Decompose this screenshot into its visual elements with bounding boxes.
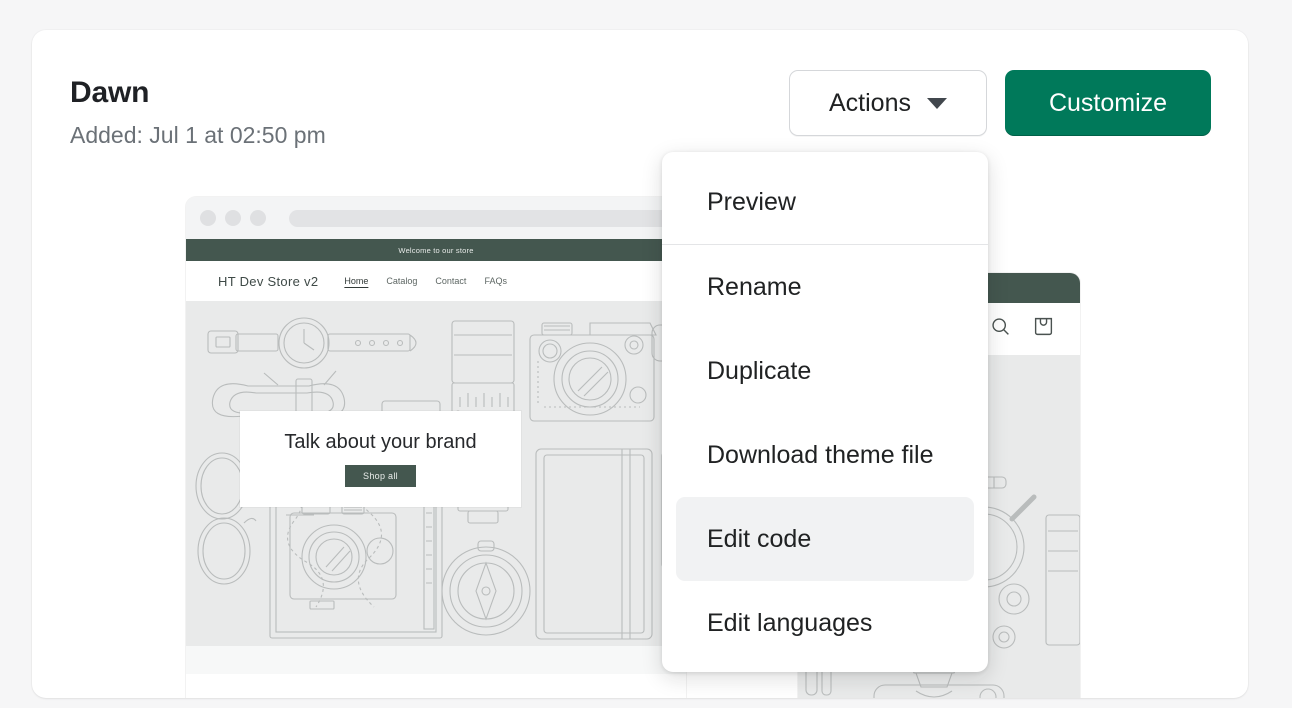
search-icon[interactable] — [990, 316, 1011, 342]
menu-item-rename[interactable]: Rename — [676, 245, 974, 329]
store-nav-link-catalog[interactable]: Catalog — [386, 276, 417, 286]
hero-brand-title: Talk about your brand — [284, 431, 477, 453]
menu-item-edit-code[interactable]: Edit code — [676, 497, 974, 581]
menu-item-duplicate[interactable]: Duplicate — [676, 329, 974, 413]
shop-all-button[interactable]: Shop all — [345, 465, 416, 487]
window-dot-icon — [200, 210, 216, 226]
theme-card: Dawn Added: Jul 1 at 02:50 pm Actions Cu… — [32, 30, 1248, 698]
window-dot-icon — [250, 210, 266, 226]
announcement-text: Welcome to our store — [398, 245, 474, 255]
hero-brand-card: Talk about your brand Shop all — [240, 411, 521, 507]
customize-button[interactable]: Customize — [1005, 70, 1211, 136]
store-nav-link-faqs[interactable]: FAQs — [484, 276, 507, 286]
browser-chrome — [186, 197, 686, 239]
menu-item-download-theme-file[interactable]: Download theme file — [676, 413, 974, 497]
page-title: Dawn — [70, 76, 150, 109]
store-nav-link-contact[interactable]: Contact — [435, 276, 466, 286]
announcement-bar: Welcome to our store — [186, 239, 686, 261]
actions-dropdown-menu[interactable]: Preview Rename Duplicate Download theme fil… — [662, 152, 988, 672]
shop-all-label: Shop all — [363, 471, 398, 481]
chevron-down-icon — [926, 97, 947, 109]
preview-below-fold — [186, 674, 686, 698]
shopping-bag-icon[interactable] — [1033, 315, 1054, 343]
actions-button-label: Actions — [829, 88, 911, 117]
customize-button-label: Customize — [1048, 88, 1168, 117]
store-nav-link-home[interactable]: Home — [344, 276, 368, 286]
menu-item-preview[interactable]: Preview — [676, 160, 974, 244]
menu-item-edit-languages[interactable]: Edit languages — [676, 581, 974, 665]
store-nav-links: Home Catalog Contact FAQs — [344, 276, 507, 286]
store-logo: HT Dev Store v2 — [218, 273, 319, 289]
actions-button[interactable]: Actions — [789, 70, 987, 136]
window-dot-icon — [225, 210, 241, 226]
store-nav: HT Dev Store v2 Home Catalog Contact FAQs — [186, 261, 686, 301]
address-bar — [289, 209, 672, 227]
screen: Dawn Added: Jul 1 at 02:50 pm Actions Cu… — [0, 0, 1292, 708]
theme-added-date: Added: Jul 1 at 02:50 pm — [70, 122, 326, 148]
